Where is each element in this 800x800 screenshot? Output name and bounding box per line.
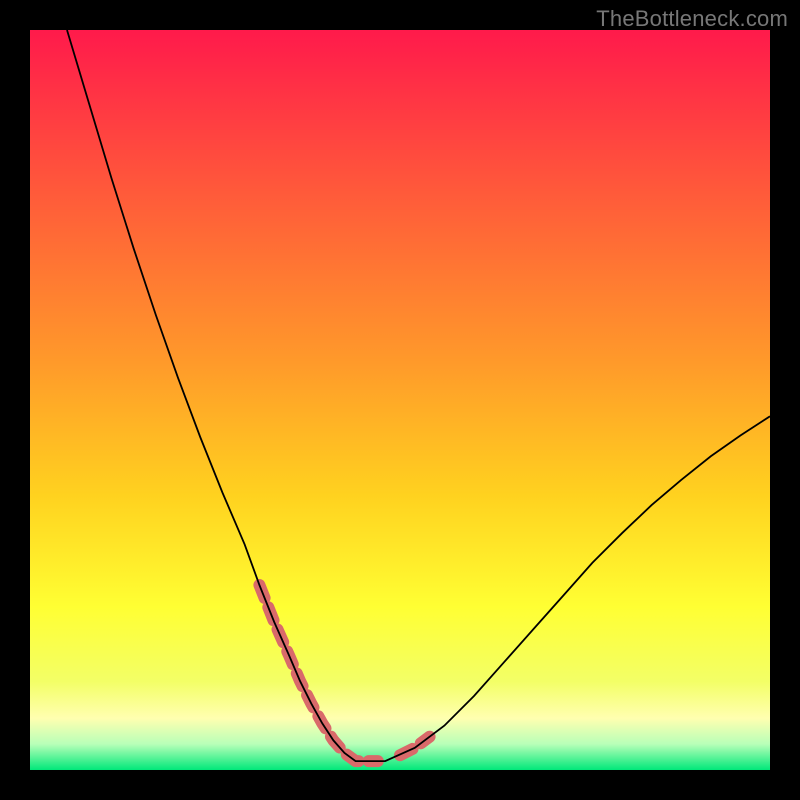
watermark-text: TheBottleneck.com <box>596 6 788 32</box>
gradient-background <box>30 30 770 770</box>
plot-area <box>30 30 770 770</box>
plot-svg <box>30 30 770 770</box>
chart-frame: TheBottleneck.com <box>0 0 800 800</box>
